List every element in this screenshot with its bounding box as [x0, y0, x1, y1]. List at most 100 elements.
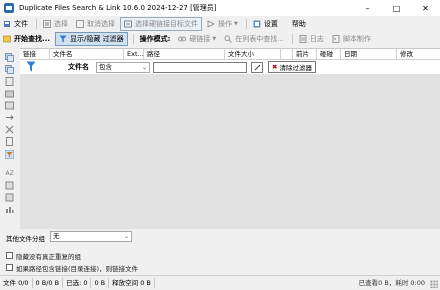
column-header-filename[interactable]: 文件名	[50, 49, 124, 59]
column-header: 链接 文件名 Ext... 路径 文件大小 前片 碰碰 日期 修改	[20, 49, 440, 60]
resize-grip-icon[interactable]	[430, 280, 438, 288]
status-size: 0 B/0 B	[33, 278, 64, 288]
chevron-down-icon: ▼	[212, 36, 217, 42]
filter-text-input[interactable]	[153, 62, 247, 73]
status-files: 文件 0/0	[0, 278, 33, 288]
secondary-toolbar: 开始查找... 显示/隐藏 过滤器 操作模式: 硬链接 ▼ 在列表中查找... …	[0, 32, 440, 46]
status-freed-value: 0 B	[140, 279, 151, 287]
open-folder-icon[interactable]	[5, 89, 14, 98]
start-search-label: 开始查找...	[14, 35, 50, 43]
link-icon[interactable]	[5, 101, 14, 110]
find-in-list-button[interactable]: 在列表中查找...	[221, 33, 287, 45]
filter-tool-icon[interactable]	[5, 150, 14, 159]
chevron-down-icon: ⌄	[141, 64, 147, 71]
column-header-ext[interactable]: Ext...	[124, 49, 144, 59]
file-menu-button[interactable]: 文件	[0, 18, 31, 30]
results-list[interactable]	[20, 74, 440, 229]
column-header-fragment[interactable]: 前片	[293, 49, 317, 59]
filter-funnel-icon	[26, 61, 36, 72]
log-button[interactable]: 日志	[296, 33, 327, 45]
find-in-list-label: 在列表中查找...	[235, 35, 284, 43]
eraser-icon	[254, 64, 260, 71]
deselect-button[interactable]: 取消选择	[73, 18, 118, 30]
status-selected: 已选: 0	[63, 278, 92, 288]
column-header-link[interactable]: 链接	[20, 49, 50, 59]
other-group-label: 其他文件分组	[6, 235, 45, 243]
script-icon	[332, 35, 340, 43]
operation-label: 操作	[218, 20, 232, 28]
main-toolbar: 文件 选择 取消选择 选择硬链接目标文件 操作 ▼ 设置 帮助	[0, 17, 440, 31]
column-header-blank[interactable]	[281, 49, 293, 59]
sort-az-icon[interactable]: AZ	[5, 168, 14, 177]
maximize-button[interactable]: □	[382, 0, 411, 16]
results-panel: 链接 文件名 Ext... 路径 文件大小 前片 碰碰 日期 修改 文件名 包含…	[20, 48, 440, 229]
filter-icon	[59, 35, 67, 43]
hardlink-icon	[178, 36, 187, 42]
copy-path-icon[interactable]	[5, 65, 14, 74]
status-freed-label: 释放空间	[112, 279, 139, 287]
hide-no-duplicates-checkbox[interactable]	[6, 252, 13, 259]
log-label: 日志	[309, 35, 324, 43]
search-start-icon	[3, 35, 11, 43]
column-header-date[interactable]: 日期	[341, 49, 397, 59]
filter-field-label: 文件名	[68, 63, 89, 71]
clear-filter-button[interactable]: ✖ 清除过滤器	[268, 61, 316, 73]
path-contains-link-checkbox[interactable]	[6, 264, 13, 271]
settings-icon	[253, 20, 261, 28]
status-files-value: 0/0	[18, 279, 29, 287]
select-hardlink-target-button[interactable]: 选择硬链接目标文件	[120, 17, 202, 31]
status-files-label: 文件	[3, 279, 16, 287]
path-contains-link-label: 如果路径包含链接(目录连接)，则链接文件	[16, 265, 139, 273]
help-label: 帮助	[291, 20, 306, 28]
chevron-down-icon: ▼	[234, 21, 238, 27]
close-button[interactable]: ✕	[411, 0, 440, 16]
select-button[interactable]: 选择	[40, 18, 71, 30]
filter-mode-value: 包含	[99, 63, 112, 71]
open-file-icon[interactable]	[5, 77, 14, 86]
options-panel: 其他文件分组 无 ⌄ 隐藏没有真正重复的组 如果路径包含链接(目录连接)，则链接…	[0, 228, 440, 275]
deselect-icon	[76, 20, 84, 28]
filter-mode-select[interactable]: 包含 ⌄	[96, 62, 150, 73]
window-title: Duplicate Files Search & Link 10.6.0 202…	[19, 4, 217, 12]
delete-icon[interactable]	[5, 125, 14, 134]
column-header-modified[interactable]: 修改	[397, 49, 440, 59]
column-header-path[interactable]: 路径	[144, 49, 225, 59]
document-icon[interactable]	[5, 137, 14, 146]
move-icon[interactable]	[5, 113, 14, 122]
separator	[291, 34, 293, 44]
deselect-label: 取消选择	[87, 20, 115, 28]
status-summary: 已查看0 B，耗时 0:00	[358, 279, 425, 287]
sort-icon[interactable]	[5, 181, 14, 190]
minimize-button[interactable]: –	[353, 0, 382, 16]
mode-label: 操作模式:	[137, 33, 174, 45]
status-selected-label: 已选:	[66, 279, 82, 287]
select-label: 选择	[54, 20, 68, 28]
app-window: Duplicate Files Search & Link 10.6.0 202…	[0, 0, 440, 289]
log-icon	[299, 35, 307, 43]
toggle-filter-button[interactable]: 显示/隐藏 过滤器	[54, 32, 128, 46]
svg-text:AZ: AZ	[6, 170, 14, 177]
other-group-select[interactable]: 无 ⌄	[50, 231, 132, 242]
separator	[132, 34, 134, 44]
script-button[interactable]: 脚本制作	[329, 33, 374, 45]
status-selected-size: 0 B	[91, 278, 110, 288]
chevron-down-icon: ⌄	[123, 233, 129, 240]
hardlink-mode-button[interactable]: 硬链接 ▼	[175, 33, 219, 45]
help-button[interactable]: 帮助	[289, 18, 309, 30]
operation-menu-button[interactable]: 操作 ▼	[204, 18, 241, 30]
copy-icon[interactable]	[5, 53, 14, 62]
file-menu-label: 文件	[14, 20, 28, 28]
chart-icon[interactable]	[5, 205, 14, 214]
column-header-collision[interactable]: 碰碰	[317, 49, 341, 59]
settings-label: 设置	[263, 20, 278, 28]
mode-label-text: 操作模式:	[139, 35, 171, 43]
hardlink-target-icon	[124, 20, 132, 28]
file-icon	[4, 21, 10, 27]
swap-icon[interactable]	[5, 193, 14, 202]
column-header-filesize[interactable]: 文件大小	[225, 49, 281, 59]
start-search-button[interactable]: 开始查找...	[0, 33, 53, 45]
select-hardlink-target-label: 选择硬链接目标文件	[135, 20, 198, 28]
settings-button[interactable]: 设置	[250, 18, 281, 30]
filter-row: 文件名 包含 ⌄ ✖ 清除过滤器	[20, 60, 440, 74]
clear-text-button[interactable]	[251, 62, 263, 73]
